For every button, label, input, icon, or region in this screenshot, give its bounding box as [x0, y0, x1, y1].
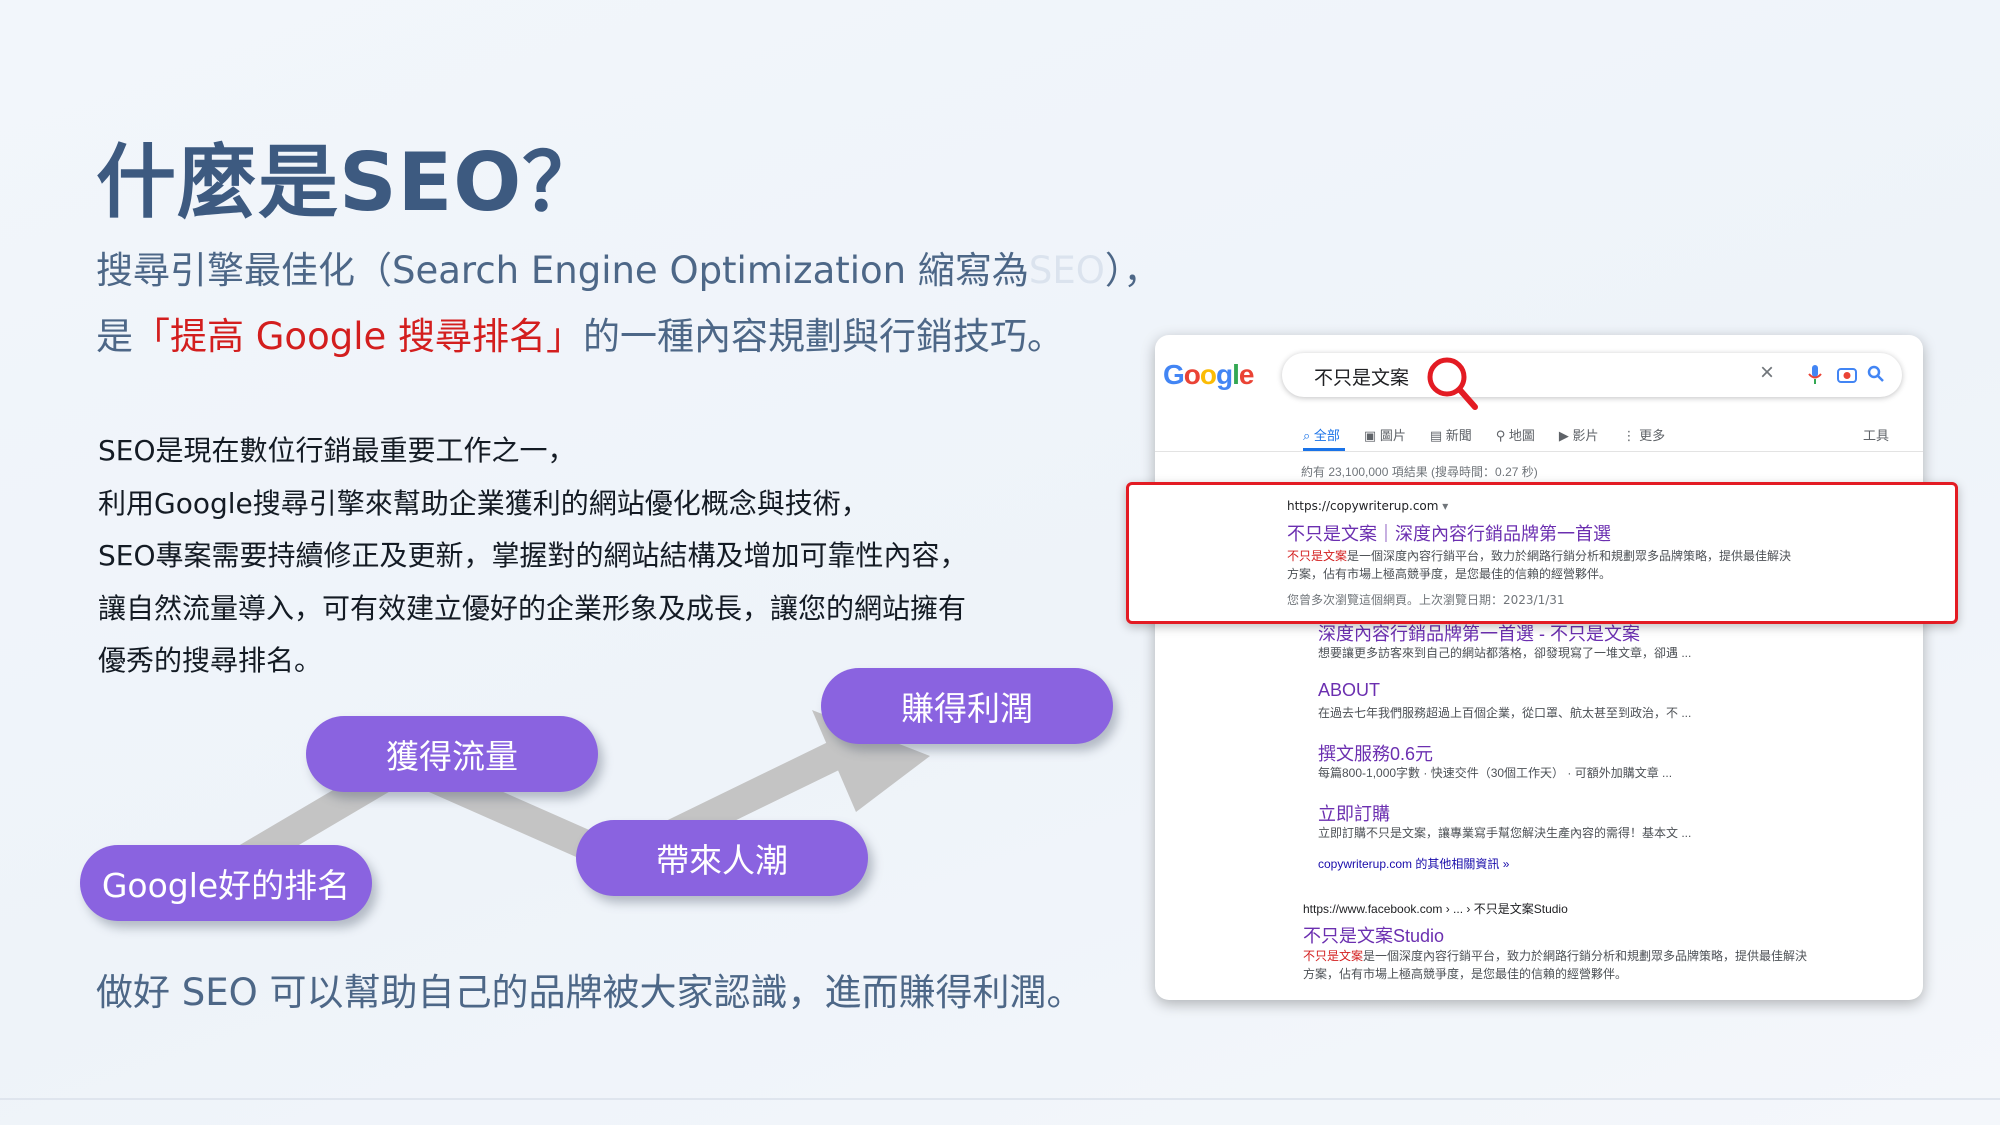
result-count: 約有 23,100,000 項結果 (搜尋時間：0.27 秒) [1301, 465, 1538, 479]
subtitle-line-2-post: 的一種內容規劃與行銷技巧。 [583, 315, 1064, 358]
step-google-ranking: Google好的排名 [80, 845, 372, 921]
sitelink-title[interactable]: 撰文服務0.6元 [1318, 740, 1433, 766]
bottom-divider [0, 1098, 2000, 1100]
mic-icon[interactable] [1808, 365, 1822, 385]
step-get-traffic: 獲得流量 [306, 716, 598, 792]
active-tab-indicator [1303, 448, 1345, 451]
google-tabs: ⌕ 全部 ▣ 圖片 ▤ 新聞 ⚲ 地圖 ▶ 影片 ⋮ 更多 [1303, 425, 1665, 444]
subtitle-highlight: 「提高 Google 搜尋排名」 [133, 315, 583, 358]
seo-steps-diagram: Google好的排名 獲得流量 帶來人潮 賺得利潤 [70, 660, 1130, 930]
clear-icon[interactable]: × [1760, 359, 1774, 387]
subtitle-line-2: 是「提高 Google 搜尋排名」的一種內容規劃與行銷技巧。 [96, 306, 1064, 360]
conclusion-text: 做好 SEO 可以幫助自己的品牌被大家認識，進而賺得利潤。 [96, 971, 1084, 1014]
body-line: SEO是現在數位行銷最重要工作之一， [98, 434, 576, 467]
google-search-box[interactable]: 不只是文案 × [1282, 353, 1902, 397]
subtitle-faded-seo: SEO [1028, 249, 1105, 292]
highlighted-top-result: https://copywriterup.com ▾ 不只是文案｜深度內容行銷品… [1126, 482, 1958, 624]
visited-note: 您曾多次瀏覽這個網頁。上次瀏覽日期：2023/1/31 [1287, 593, 1565, 607]
sitelink-desc: 每篇800-1,000字數 · 快速交件（30個工作天） · 可額外加購文章 .… [1318, 766, 1673, 780]
step-bring-crowds: 帶來人潮 [576, 820, 868, 896]
tab-images[interactable]: ▣ 圖片 [1364, 425, 1406, 444]
result-url[interactable]: https://copywriterup.com ▾ [1287, 499, 1448, 513]
body-line: 讓自然流量導入，可有效建立優好的企業形象及成長，讓您的網站擁有 [98, 591, 967, 625]
result-desc: 不只是文案是一個深度內容行銷平台，致力於網路行銷分析和規劃眾多品牌策略，提供最佳… [1287, 549, 1792, 581]
tab-news[interactable]: ▤ 新聞 [1430, 425, 1472, 444]
subtitle-line-1-main: 搜尋引擎最佳化（Search Engine Optimization 縮寫為 [96, 249, 1029, 292]
sitelink-desc: 立即訂購不只是文案，讓專業寫手幫您解決生產內容的需得！基本文 ... [1318, 826, 1692, 840]
tab-videos[interactable]: ▶ 影片 [1559, 425, 1599, 444]
result-desc: 不只是文案是一個深度內容行銷平台，致力於網路行銷分析和規劃眾多品牌策略，提供最佳… [1303, 949, 1808, 981]
more-results-link[interactable]: copywriterup.com 的其他相關資訊 » [1318, 855, 1509, 872]
tools-button[interactable]: 工具 [1863, 425, 1889, 444]
sitelink-title[interactable]: ABOUT [1318, 680, 1380, 701]
google-results-screenshot: Google 不只是文案 × ⌕ 全部 ▣ 圖片 ▤ 新聞 ⚲ 地圖 ▶ 影片 … [1155, 335, 1923, 1000]
body-paragraph: SEO是現在數位行銷最重要工作之一， 利用Google搜尋引擎來幫助企業獲利的網… [98, 425, 968, 688]
tab-all[interactable]: ⌕ 全部 [1303, 425, 1340, 444]
google-logo: Google [1163, 359, 1254, 390]
search-icon[interactable] [1867, 365, 1885, 383]
result-url[interactable]: https://www.facebook.com › ... › 不只是文案St… [1303, 900, 1568, 917]
subtitle-line-1: 搜尋引擎最佳化（Search Engine Optimization 縮寫為SE… [96, 240, 1160, 294]
subtitle-line-2-pre: 是 [96, 315, 133, 358]
step-earn-profit: 賺得利潤 [821, 668, 1113, 744]
result-title[interactable]: 不只是文案｜深度內容行銷品牌第一首選 [1287, 520, 1611, 546]
search-query: 不只是文案 [1314, 368, 1410, 389]
body-line: 利用Google搜尋引擎來幫助企業獲利的網站優化概念與技術， [98, 486, 869, 520]
subtitle-line-1-end: ）， [1104, 249, 1161, 292]
result-title[interactable]: 不只是文案Studio [1303, 922, 1444, 948]
red-magnifier-icon [1427, 357, 1478, 410]
slide-title: 什麼是SEO？ [96, 136, 604, 229]
sitelink-desc: 想要讓更多訪客來到自己的網站都落格，卻發現寫了一堆文章，卻遇 ... [1318, 646, 1692, 660]
body-line: SEO專案需要持續修正及更新，掌握對的網站結構及增加可靠性內容， [98, 539, 968, 572]
tab-more[interactable]: ⋮ 更多 [1623, 425, 1666, 444]
tabs-divider [1155, 451, 1923, 452]
sitelink-desc: 在過去七年我們服務超過上百個企業，從口罩、航太甚至到政治，不 ... [1318, 706, 1692, 720]
tab-maps[interactable]: ⚲ 地圖 [1496, 425, 1535, 444]
camera-icon[interactable] [1837, 365, 1857, 385]
sitelink-title[interactable]: 立即訂購 [1318, 800, 1390, 826]
